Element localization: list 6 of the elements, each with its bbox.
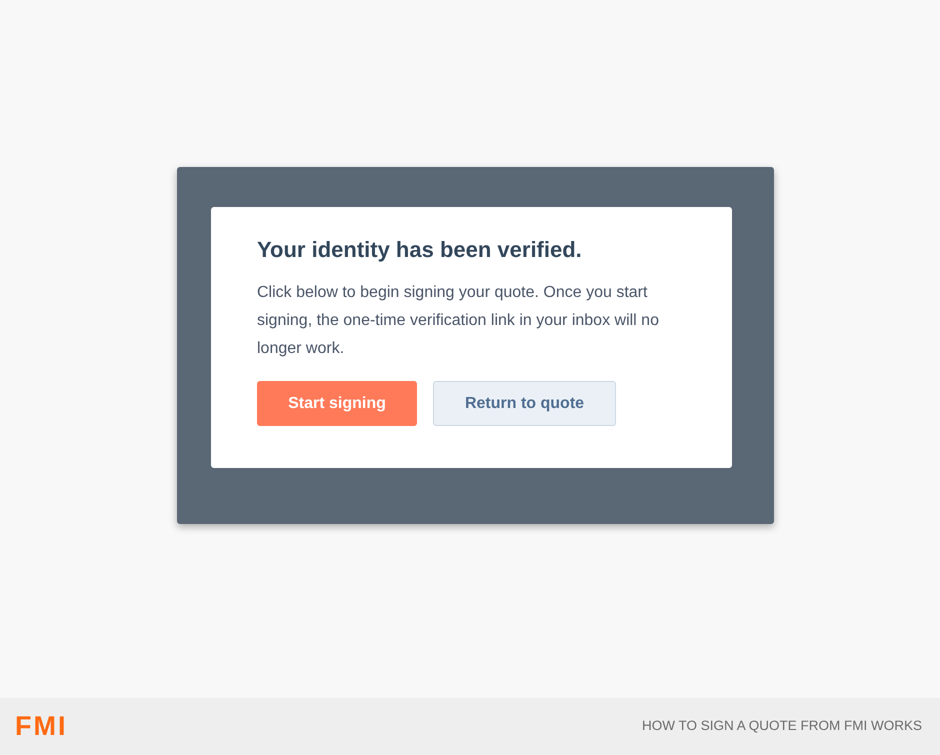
logo: FMI xyxy=(15,713,68,740)
dialog-title: Your identity has been verified. xyxy=(257,236,583,264)
dialog-message: Click below to begin signing your quote. Once you start signing, the one-time verification link in your inbox will no longer work. xyxy=(257,283,660,359)
footer-caption: HOW TO SIGN A QUOTE FROM FMI WORKS xyxy=(642,717,922,736)
return-button[interactable]: Return to quote xyxy=(433,381,616,426)
start-button[interactable]: Start signing xyxy=(257,381,417,426)
